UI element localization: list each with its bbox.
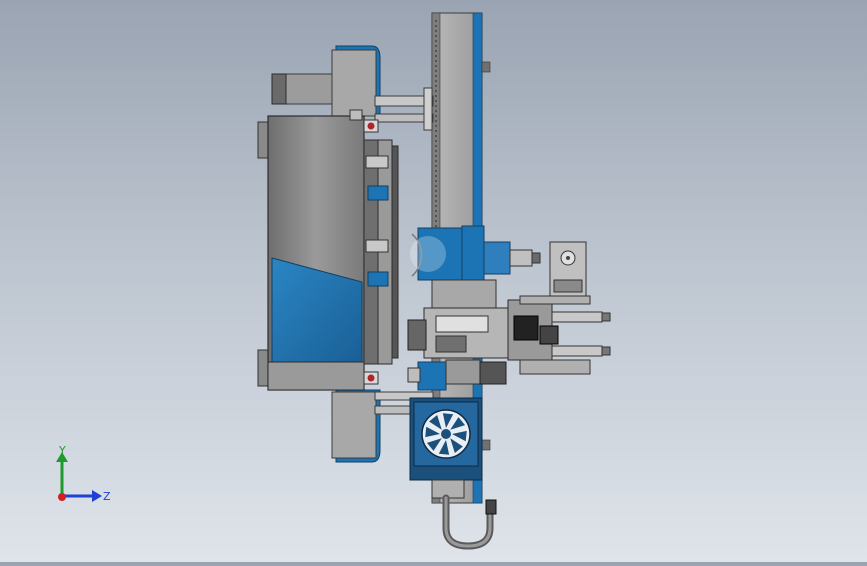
side-plates — [363, 139, 399, 365]
x-axis-dot — [58, 493, 66, 501]
gauge-box — [549, 241, 587, 297]
coordinate-triad: Y Z — [56, 444, 111, 503]
cable-hose — [442, 494, 497, 550]
z-axis-label: Z — [103, 490, 111, 503]
assembly-drawing: Y Z — [56, 12, 611, 550]
rotary-motor — [410, 225, 541, 285]
y-axis-label: Y — [58, 444, 66, 457]
main-housing — [257, 109, 379, 391]
cad-viewport[interactable]: Y Z — [0, 0, 867, 562]
